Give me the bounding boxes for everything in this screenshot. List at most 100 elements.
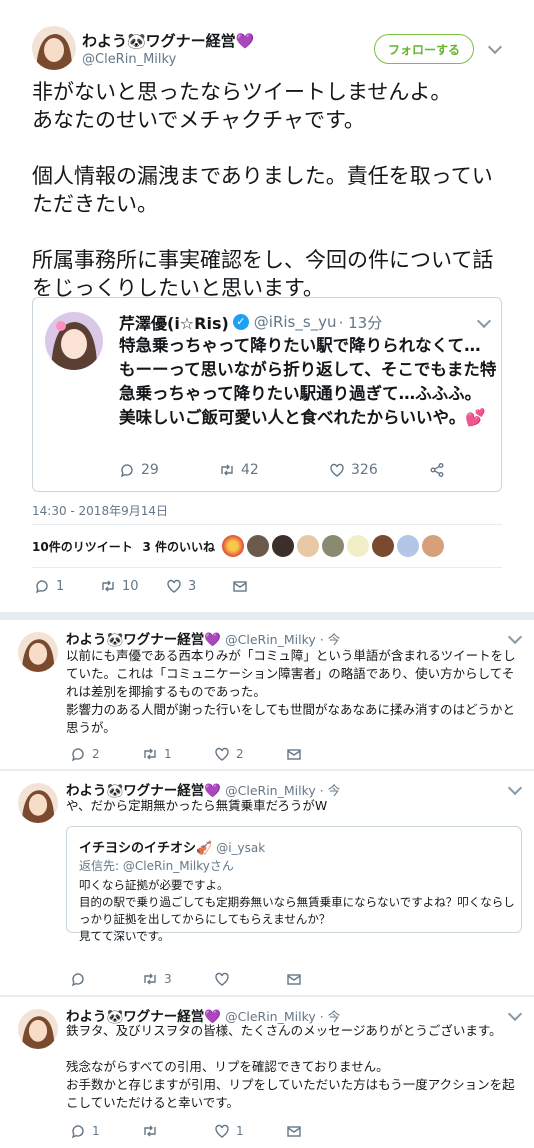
message-button[interactable] (232, 578, 248, 594)
reply-count: 2 (92, 747, 100, 761)
tweet-text: 以前にも声優である西本りみが「コミュ障」という単語が含まれるツイートをしていた。… (66, 648, 516, 735)
quoted-tweet[interactable]: 芹澤優(i☆Ris) ✓ @iRis_s_yu · 13分 特急乗っちゃって降り… (32, 297, 502, 492)
like-button[interactable]: 326 (329, 462, 429, 478)
share-icon (430, 463, 444, 477)
tweet-time[interactable]: · 今 (320, 629, 340, 648)
reply-icon (71, 973, 84, 987)
retweet-button[interactable] (142, 1123, 214, 1139)
retweet-icon (102, 580, 114, 592)
reply-to[interactable]: 返信先: @CleRin_Milkyさん (79, 857, 234, 874)
quoted-time[interactable]: · 13分 (339, 312, 383, 333)
reply-tweet[interactable]: わよう🐼ワグナー経営💜 @CleRin_Milky · 今 以前にも声優である西… (0, 620, 534, 770)
heart-icon (215, 747, 229, 761)
quoted-author-name[interactable]: 芹澤優(i☆Ris) (119, 310, 229, 334)
avatar[interactable] (272, 535, 294, 557)
reply-tweet[interactable]: わよう🐼ワグナー経営💜 @CleRin_Milky · 今 や、だから定期無かっ… (0, 771, 534, 996)
reply-icon (71, 748, 84, 762)
avatar[interactable] (18, 1009, 58, 1049)
avatar[interactable] (297, 535, 319, 557)
retweet-count: 3 (164, 972, 172, 986)
quoted-author-handle[interactable]: @i_ysak (216, 841, 265, 855)
verified-icon: ✓ (232, 314, 249, 330)
tweet-text: 鉄ヲタ、及びリスヲタの皆様、たくさんのメッセージありがとうございます。 残念なが… (66, 1023, 515, 1110)
avatar[interactable] (372, 535, 394, 557)
retweet-count: 10 (122, 578, 139, 594)
tweet-actions: 2 1 2 (70, 746, 302, 762)
message-button[interactable] (286, 746, 302, 762)
chevron-down-icon[interactable] (507, 1006, 523, 1022)
chevron-down-icon[interactable] (507, 780, 523, 796)
chevron-down-icon[interactable] (476, 313, 492, 329)
avatar[interactable] (18, 632, 58, 672)
tweet-text: や、だから定期無かったら無賃乗車だろうがW (66, 798, 328, 813)
quoted-text: 叩くなら証拠が必要ですよ。 目的の駅で乗り過ごしても定期券無いなら無賃乗車になら… (79, 878, 515, 943)
envelope-icon (287, 749, 301, 760)
retweet-icon (221, 464, 233, 476)
like-button[interactable]: 3 (166, 578, 232, 594)
avatar[interactable] (422, 535, 444, 557)
message-button[interactable] (286, 1123, 302, 1139)
retweet-button[interactable]: 42 (219, 462, 329, 478)
author-name[interactable]: わよう🐼ワグナー経営💜 (66, 779, 221, 799)
reply-count: 1 (92, 1124, 100, 1138)
tweet-text: 非がないと思ったならツイートしませんよ。 あなたのせいでメチャクチャです。 個人… (32, 80, 494, 300)
retweet-button[interactable]: 3 (142, 971, 214, 987)
timestamp[interactable]: 14:30 - 2018年9月14日 (32, 502, 168, 519)
retweet-icon (144, 1125, 156, 1137)
reply-count: 1 (56, 578, 65, 594)
retweet-button[interactable]: 1 (142, 746, 214, 762)
heart-icon (167, 579, 181, 593)
chevron-down-icon[interactable] (487, 39, 503, 55)
like-count: 326 (351, 462, 378, 478)
reply-button[interactable]: 1 (70, 1123, 142, 1139)
retweet-icon (144, 973, 156, 985)
reply-button[interactable]: 1 (34, 578, 100, 594)
tweet-actions: 3 (70, 971, 302, 987)
quoted-tweet[interactable]: イチヨシのイチオシ🎻 @i_ysak 返信先: @CleRin_Milkyさん … (66, 826, 522, 943)
message-button[interactable] (286, 971, 302, 987)
like-button[interactable] (214, 971, 286, 987)
author-name[interactable]: わよう🐼ワグナー経営💜 (66, 628, 221, 648)
engagement-stats: 10件のリツイート 3 件のいいね (32, 538, 215, 555)
avatar[interactable] (222, 535, 244, 557)
like-stat[interactable]: 3 件のいいね (143, 540, 216, 554)
quoted-text: 特急乗っちゃって降りたい駅で降りられなくて…もーーって思いながら折り返して、そこ… (119, 336, 497, 427)
avatar[interactable] (32, 26, 76, 70)
retweet-stat[interactable]: 10件のリツイート (32, 540, 133, 554)
divider (32, 524, 502, 525)
quoted-author-handle[interactable]: @iRis_s_yu (254, 313, 337, 331)
share-button[interactable] (429, 462, 445, 478)
heart-icon (215, 1124, 229, 1138)
quoted-author-name[interactable]: イチヨシのイチオシ🎻 (79, 837, 212, 856)
author-handle[interactable]: @CleRin_Milky (82, 52, 176, 67)
heart-icon (330, 463, 344, 477)
avatar[interactable] (45, 312, 103, 370)
chevron-down-icon[interactable] (507, 629, 523, 645)
like-button[interactable]: 1 (214, 1123, 286, 1139)
avatar[interactable] (322, 535, 344, 557)
author-handle[interactable]: @CleRin_Milky (225, 632, 316, 647)
avatar[interactable] (347, 535, 369, 557)
envelope-icon (287, 974, 301, 985)
avatar[interactable] (247, 535, 269, 557)
tweet-actions: 1 10 3 (34, 578, 248, 594)
like-button[interactable]: 2 (214, 746, 286, 762)
follow-button[interactable]: フォローする (374, 34, 474, 64)
reply-tweet[interactable]: わよう🐼ワグナー経営💜 @CleRin_Milky · 今 鉄ヲタ、及びリスヲタ… (0, 997, 534, 1148)
retweet-button[interactable]: 10 (100, 578, 166, 594)
envelope-icon (233, 581, 247, 592)
like-count: 2 (236, 747, 244, 761)
author-name[interactable]: わよう🐼ワグナー経営💜 (82, 30, 254, 51)
liker-avatars (222, 535, 447, 557)
avatar[interactable] (18, 783, 58, 823)
retweet-count: 1 (164, 747, 172, 761)
avatar[interactable] (397, 535, 419, 557)
reply-button[interactable]: 2 (70, 746, 142, 762)
author-handle[interactable]: @CleRin_Milky (225, 783, 316, 798)
heart-icon (215, 972, 229, 986)
reply-button[interactable] (70, 971, 142, 987)
reply-icon (120, 464, 133, 478)
reply-button[interactable]: 29 (119, 462, 219, 478)
retweet-count: 42 (241, 462, 259, 478)
divider (32, 567, 502, 568)
